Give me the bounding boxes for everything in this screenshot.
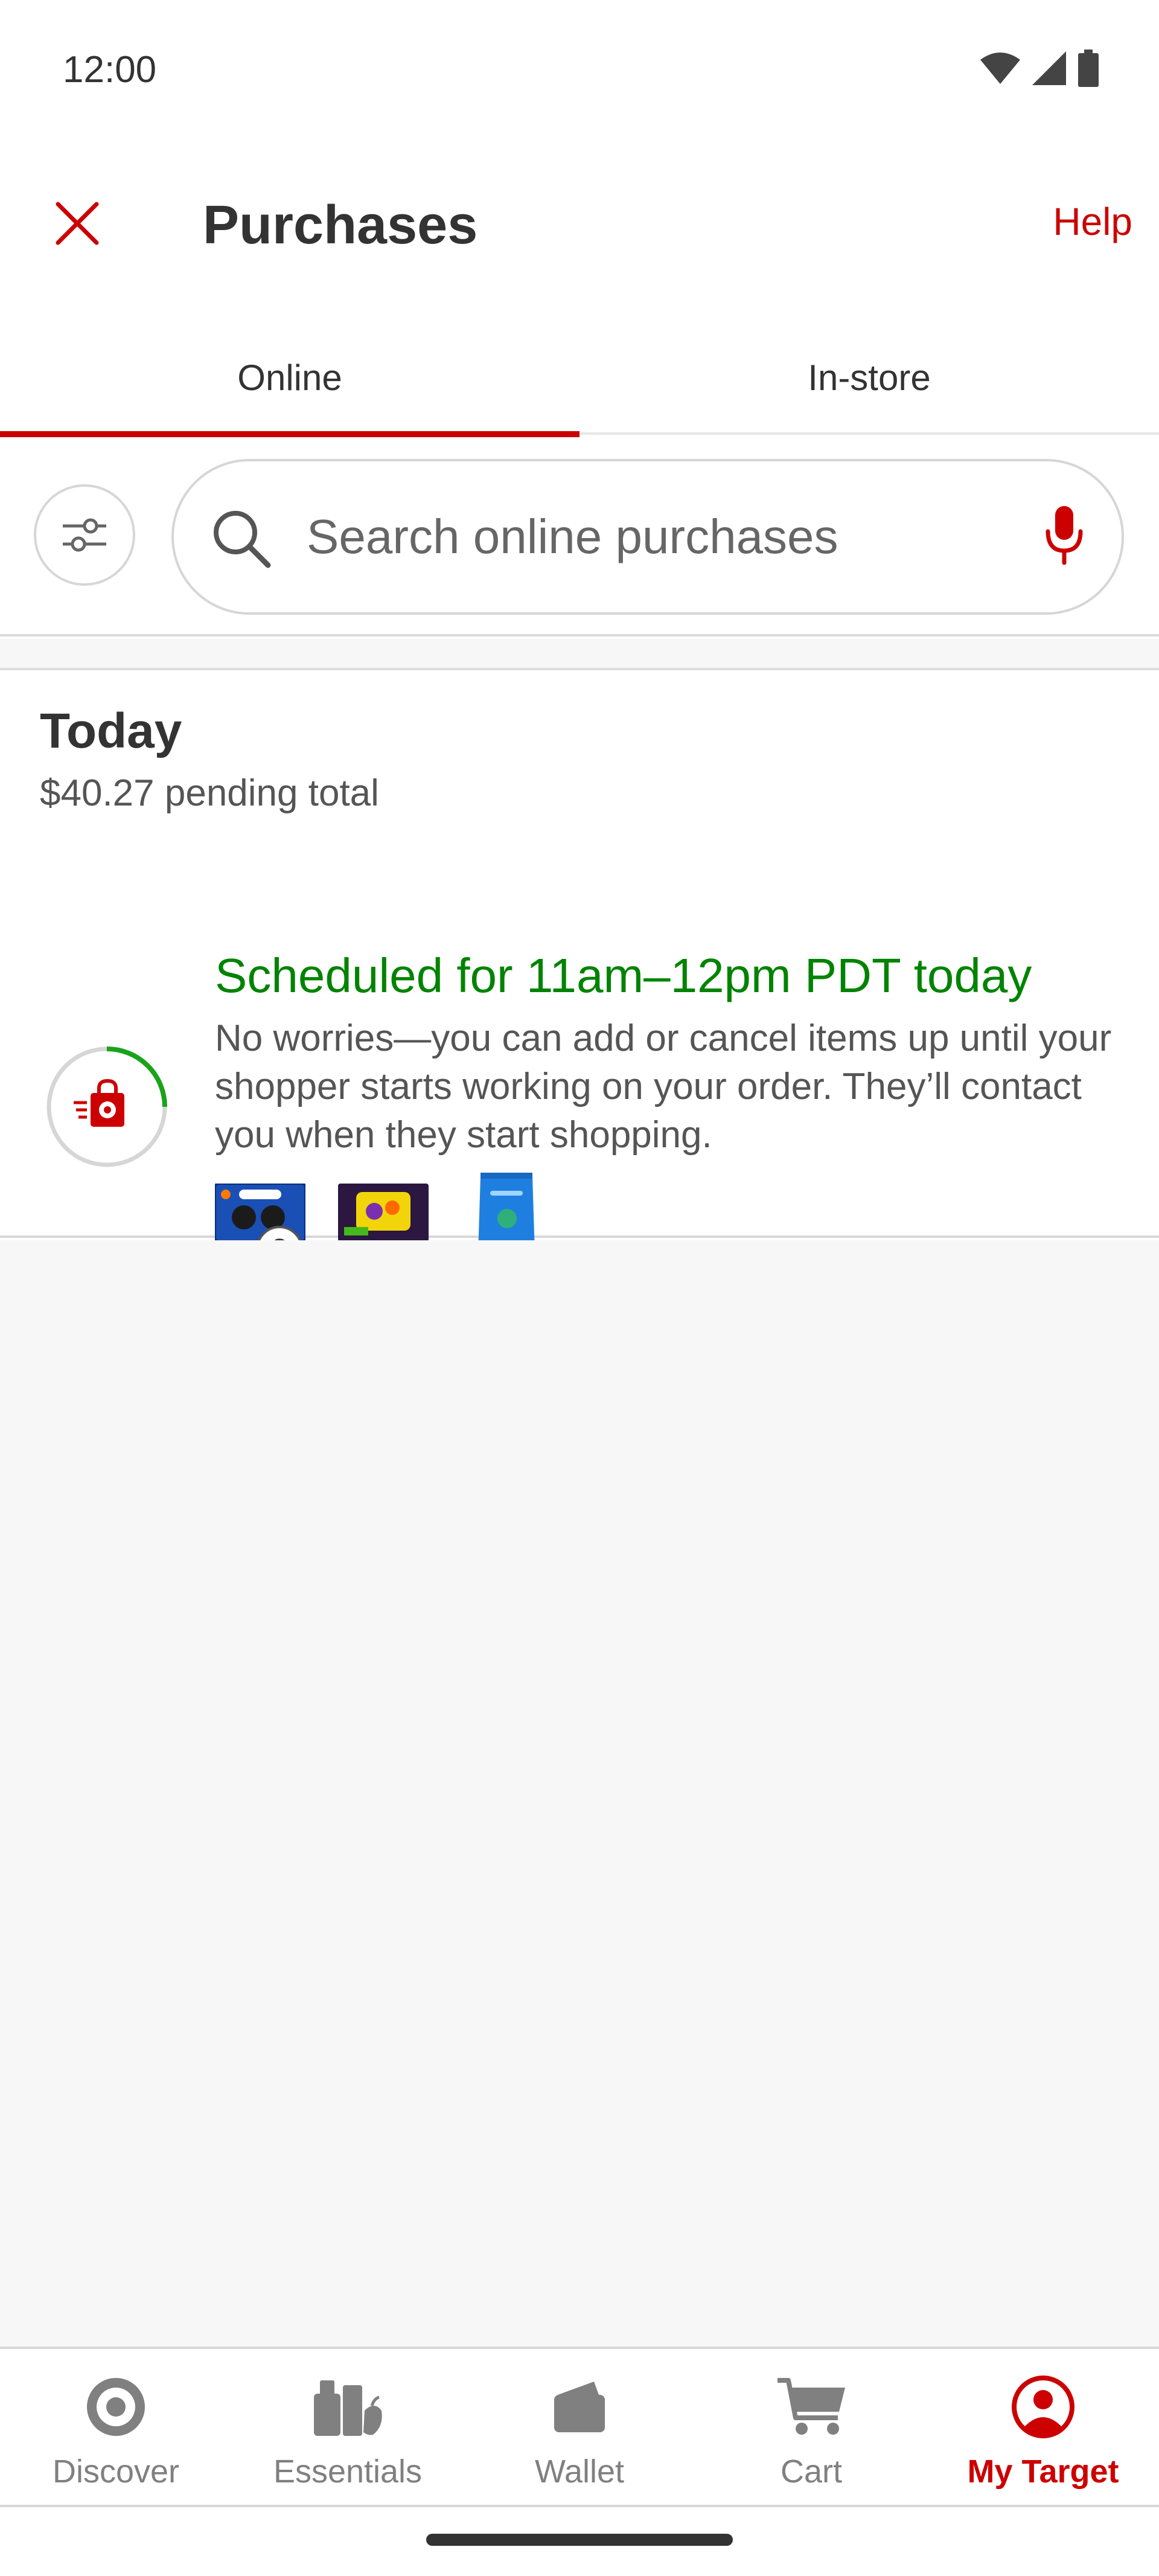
pending-total: $40.27 pending total (40, 772, 379, 814)
nav-item-discover[interactable]: Discover (0, 2349, 232, 2507)
app-root: 12:00 Purchases Help Online In-store Sea… (0, 0, 1159, 2576)
battery-icon (1078, 50, 1099, 87)
filter-sliders-icon (63, 518, 106, 552)
nav-label-discover: Discover (52, 2453, 180, 2490)
cookie-pack-thumbnail: 2 (214, 1182, 307, 1273)
status-time: 12:00 (63, 49, 157, 91)
nav-item-wallet[interactable]: Wallet (464, 2349, 695, 2507)
orders-today-section: Today $40.27 pending total Scheduled for… (0, 670, 1159, 1273)
microphone-icon[interactable] (1043, 505, 1085, 565)
help-link[interactable]: Help (1053, 199, 1132, 244)
search-box[interactable] (171, 459, 1124, 615)
wifi-icon (980, 53, 1020, 84)
section-title-today: Today (40, 703, 182, 758)
empty-content-area (0, 1240, 1159, 2347)
nav-label-wallet: Wallet (534, 2453, 625, 2490)
nav-item-essentials[interactable]: Essentials (232, 2349, 464, 2507)
bottom-navigation: Discover Essentials Wallet Cart My Targe… (0, 2347, 1159, 2507)
search-icon (214, 511, 271, 568)
status-icons (980, 50, 1099, 87)
order-status-description: No worries—you can add or cancel items u… (215, 1017, 1112, 1156)
discover-icon (87, 2378, 145, 2436)
nav-item-my-target[interactable]: My Target (927, 2349, 1159, 2507)
nav-label-my-target: My Target (967, 2453, 1119, 2490)
my-target-icon (1012, 2376, 1074, 2438)
candy-box-thumbnail (338, 1184, 429, 1245)
nav-label-essentials: Essentials (273, 2453, 423, 2490)
status-bar: 12:00 (0, 0, 1159, 139)
close-icon (56, 202, 99, 245)
essentials-icon (314, 2380, 382, 2436)
tab-in-store[interactable]: In-store (580, 320, 1159, 435)
nav-label-cart: Cart (780, 2453, 842, 2490)
search-row (0, 437, 1159, 636)
order-status-title: Scheduled for 11am–12pm PDT today (215, 949, 1032, 1002)
page-title: Purchases (203, 195, 478, 255)
cell-signal-icon (1032, 51, 1066, 85)
close-button[interactable] (47, 193, 107, 254)
section-divider (0, 639, 1159, 670)
cart-icon (777, 2378, 845, 2435)
nav-item-cart[interactable]: Cart (695, 2349, 927, 2507)
order-progress-ring (46, 1046, 167, 1167)
home-indicator[interactable] (426, 2534, 733, 2546)
tab-online[interactable]: Online (0, 320, 580, 437)
shopping-bag-icon (74, 1078, 124, 1127)
app-header: Purchases Help (0, 139, 1159, 302)
filter-button[interactable] (34, 484, 135, 586)
order-card[interactable]: Scheduled for 11am–12pm PDT today No wor… (0, 870, 1159, 1273)
purchase-tabs: Online In-store (0, 320, 1159, 437)
search-input[interactable] (307, 504, 971, 570)
wallet-icon (554, 2382, 605, 2432)
